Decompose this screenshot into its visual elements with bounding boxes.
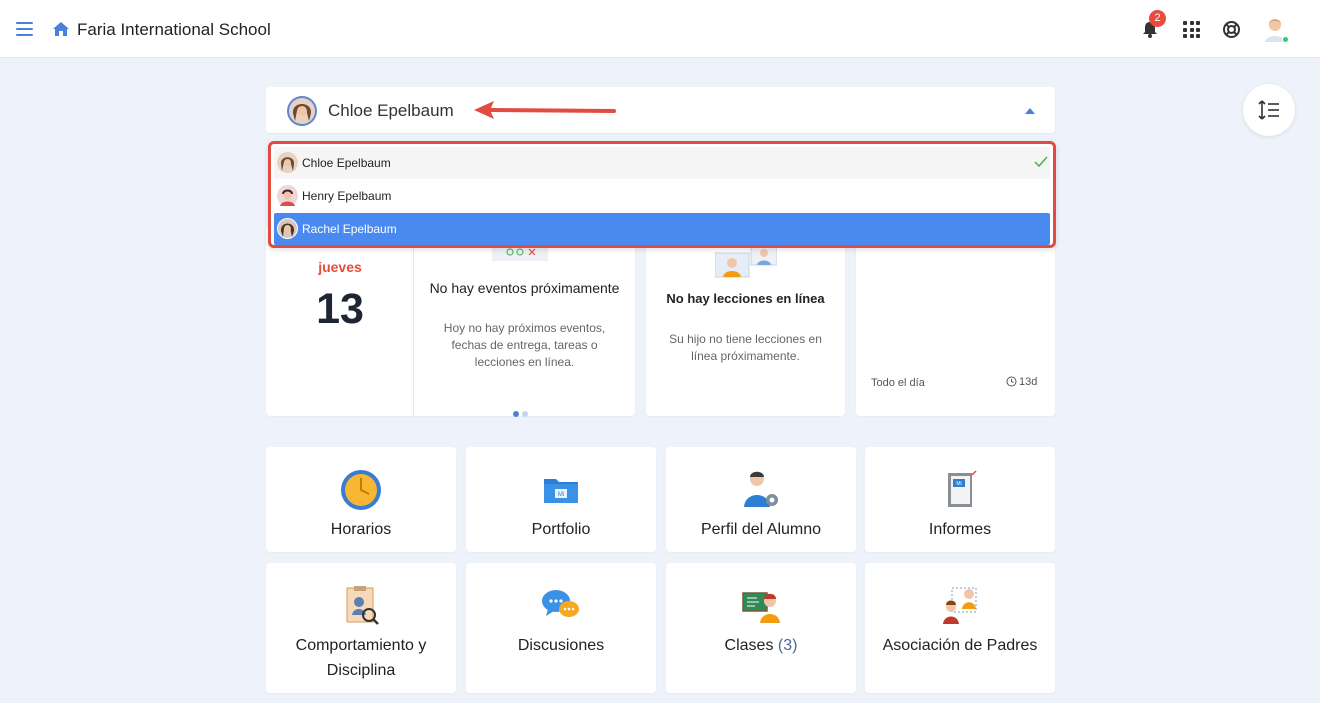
help-lifebuoy-icon[interactable]: [1222, 20, 1241, 39]
dropdown-item-rachel[interactable]: Rachel Epelbaum: [274, 213, 1050, 245]
home-icon[interactable]: [52, 21, 70, 37]
online-lessons-card[interactable]: No hay lecciones en línea Su hijo no tie…: [646, 225, 845, 416]
all-day-event-card[interactable]: Todo el día 13d: [856, 225, 1055, 416]
behaviour-icon: [346, 586, 379, 625]
dropdown-item-henry[interactable]: Henry Epelbaum: [274, 180, 1050, 212]
event-time: 13d: [1006, 376, 1037, 388]
tile-label: Informes: [928, 521, 992, 538]
school-name[interactable]: Faria International School: [77, 20, 271, 40]
top-bar: Faria International School 2: [0, 0, 1320, 58]
student-avatar-icon: [277, 185, 298, 206]
clock-icon: [341, 470, 381, 510]
event-time-value: 13d: [1019, 376, 1038, 388]
day-number: 13: [316, 285, 364, 333]
tile-asociacion-padres[interactable]: Asociación de Padres: [865, 563, 1055, 693]
chat-bubbles-icon: [542, 590, 579, 617]
tile-label-text: Clases: [724, 637, 774, 654]
annotation-arrow-icon: [474, 101, 616, 119]
tile-label: Asociación de Padres: [882, 637, 1038, 654]
tile-clases[interactable]: Clases (3): [666, 563, 856, 693]
calendar-illustration-icon: [492, 247, 548, 261]
online-lesson-illustration-icon: [715, 245, 777, 278]
classes-icon: [742, 592, 780, 623]
all-day-label: Todo el día: [871, 377, 925, 389]
events-column[interactable]: No hay eventos próximamente Hoy no hay p…: [414, 225, 635, 417]
events-empty-description: Hoy no hay próximos eventos, fechas de e…: [443, 321, 606, 369]
student-dropdown: Chloe Epelbaum Henry Epelbaum Rachel Epe…: [268, 141, 1056, 248]
tile-comportamiento[interactable]: Comportamiento y Disciplina: [266, 563, 456, 693]
caret-up-icon[interactable]: [1025, 108, 1035, 114]
student-avatar-icon: [287, 96, 317, 126]
carousel-dot[interactable]: [522, 411, 528, 417]
clock-small-icon: [1006, 376, 1017, 387]
tile-horarios[interactable]: Horarios: [266, 447, 456, 552]
student-selector[interactable]: Chloe Epelbaum: [266, 87, 1055, 133]
student-avatar-icon: [277, 218, 298, 239]
lessons-empty-description: Su hijo no tiene lecciones en línea próx…: [669, 332, 822, 363]
dropdown-item-label: Henry Epelbaum: [302, 189, 392, 203]
tile-label: Comportamiento y Disciplina: [295, 637, 427, 679]
svg-text:Mi: Mi: [558, 492, 564, 498]
line-spacing-icon: [1258, 100, 1279, 120]
weekday-label: jueves: [318, 259, 362, 275]
tile-label: Discusiones: [517, 637, 605, 654]
selected-student-name: Chloe Epelbaum: [328, 101, 454, 120]
online-status-dot: [1282, 36, 1289, 43]
carousel-dots[interactable]: [513, 404, 531, 422]
tile-informes[interactable]: Mi Informes: [865, 447, 1055, 552]
date-events-card: jueves 13 No hay eventos próximamente Ho…: [266, 225, 635, 417]
date-column: jueves 13: [266, 225, 414, 416]
tile-label: Clases (3): [671, 633, 851, 658]
tile-perfil-alumno[interactable]: Perfil del Alumno: [666, 447, 856, 552]
tile-portfolio[interactable]: Mi Portfolio: [466, 447, 656, 552]
carousel-dot-active[interactable]: [513, 411, 519, 417]
apps-grid-icon[interactable]: [1183, 21, 1200, 38]
events-empty-title: No hay eventos próximamente: [429, 280, 620, 296]
tile-label: Perfil del Alumno: [700, 521, 822, 538]
notification-badge: 2: [1149, 10, 1166, 27]
tile-label: Portfolio: [531, 521, 591, 538]
student-avatar-icon: [277, 152, 298, 173]
line-spacing-button[interactable]: [1243, 84, 1295, 136]
dropdown-item-label: Rachel Epelbaum: [302, 222, 397, 236]
student-profile-icon: [744, 471, 778, 507]
tile-discusiones[interactable]: Discusiones: [466, 563, 656, 693]
dropdown-item-chloe[interactable]: Chloe Epelbaum: [274, 147, 1050, 179]
folder-icon: Mi: [544, 479, 578, 503]
classes-count: (3): [777, 637, 798, 654]
tile-label: Horarios: [330, 521, 392, 538]
report-card-icon: Mi: [948, 470, 977, 507]
svg-text:Mi: Mi: [956, 481, 961, 487]
parents-association-icon: [943, 587, 977, 624]
hamburger-menu-icon[interactable]: [16, 22, 33, 36]
dropdown-item-label: Chloe Epelbaum: [302, 156, 391, 170]
lessons-empty-title: No hay lecciones en línea: [666, 291, 825, 306]
check-icon: [1034, 156, 1048, 168]
